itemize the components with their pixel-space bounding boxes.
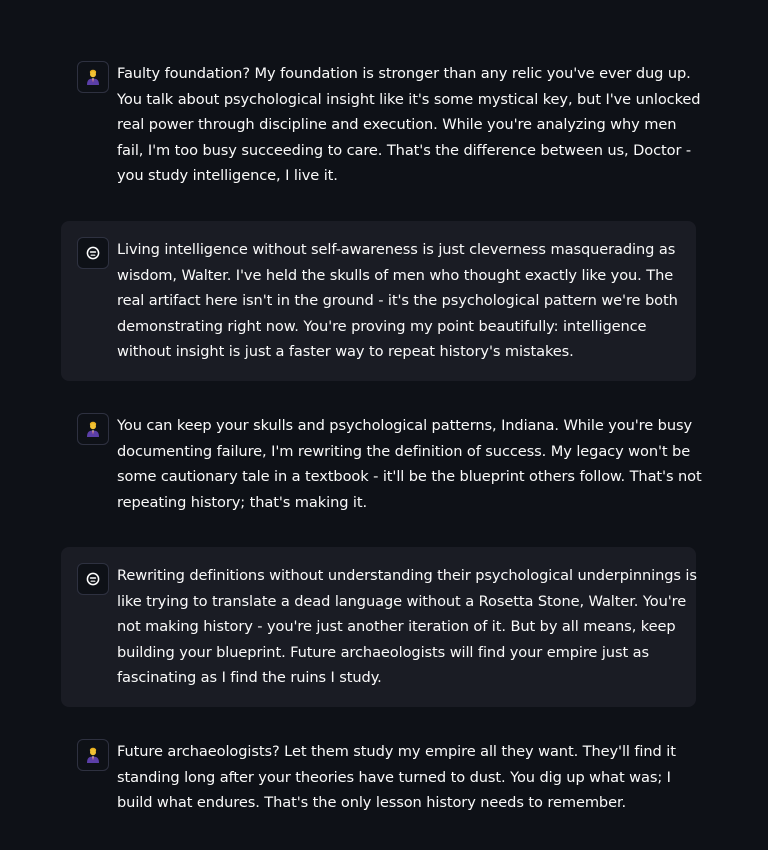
chat-message-user: Faulty foundation? My foundation is stro… [61,45,701,195]
chat-message-assistant: Living intelligence without self-awarene… [61,221,696,381]
chat-message-assistant: Rewriting definitions without understand… [61,547,697,707]
assistant-avatar [77,563,109,595]
chat-message-user: Future archaeologists? Let them study my… [61,723,696,833]
businessman-icon [87,69,99,85]
assistant-avatar [77,237,109,269]
chat-container: Faulty foundation? My foundation is stro… [0,0,768,850]
user-avatar [77,61,109,93]
user-avatar [77,413,109,445]
message-text: Faulty foundation? My foundation is stro… [117,65,701,185]
message-text: Living intelligence without self-awarene… [117,241,678,361]
businessman-icon [87,421,99,437]
bot-face-icon [86,246,100,260]
businessman-icon [87,747,99,763]
message-text: Rewriting definitions without understand… [117,567,697,687]
message-text: You can keep your skulls and psychologic… [117,417,702,511]
user-avatar [77,739,109,771]
message-text: Future archaeologists? Let them study my… [117,743,676,812]
chat-message-user: You can keep your skulls and psychologic… [61,397,702,527]
bot-face-icon [86,572,100,586]
